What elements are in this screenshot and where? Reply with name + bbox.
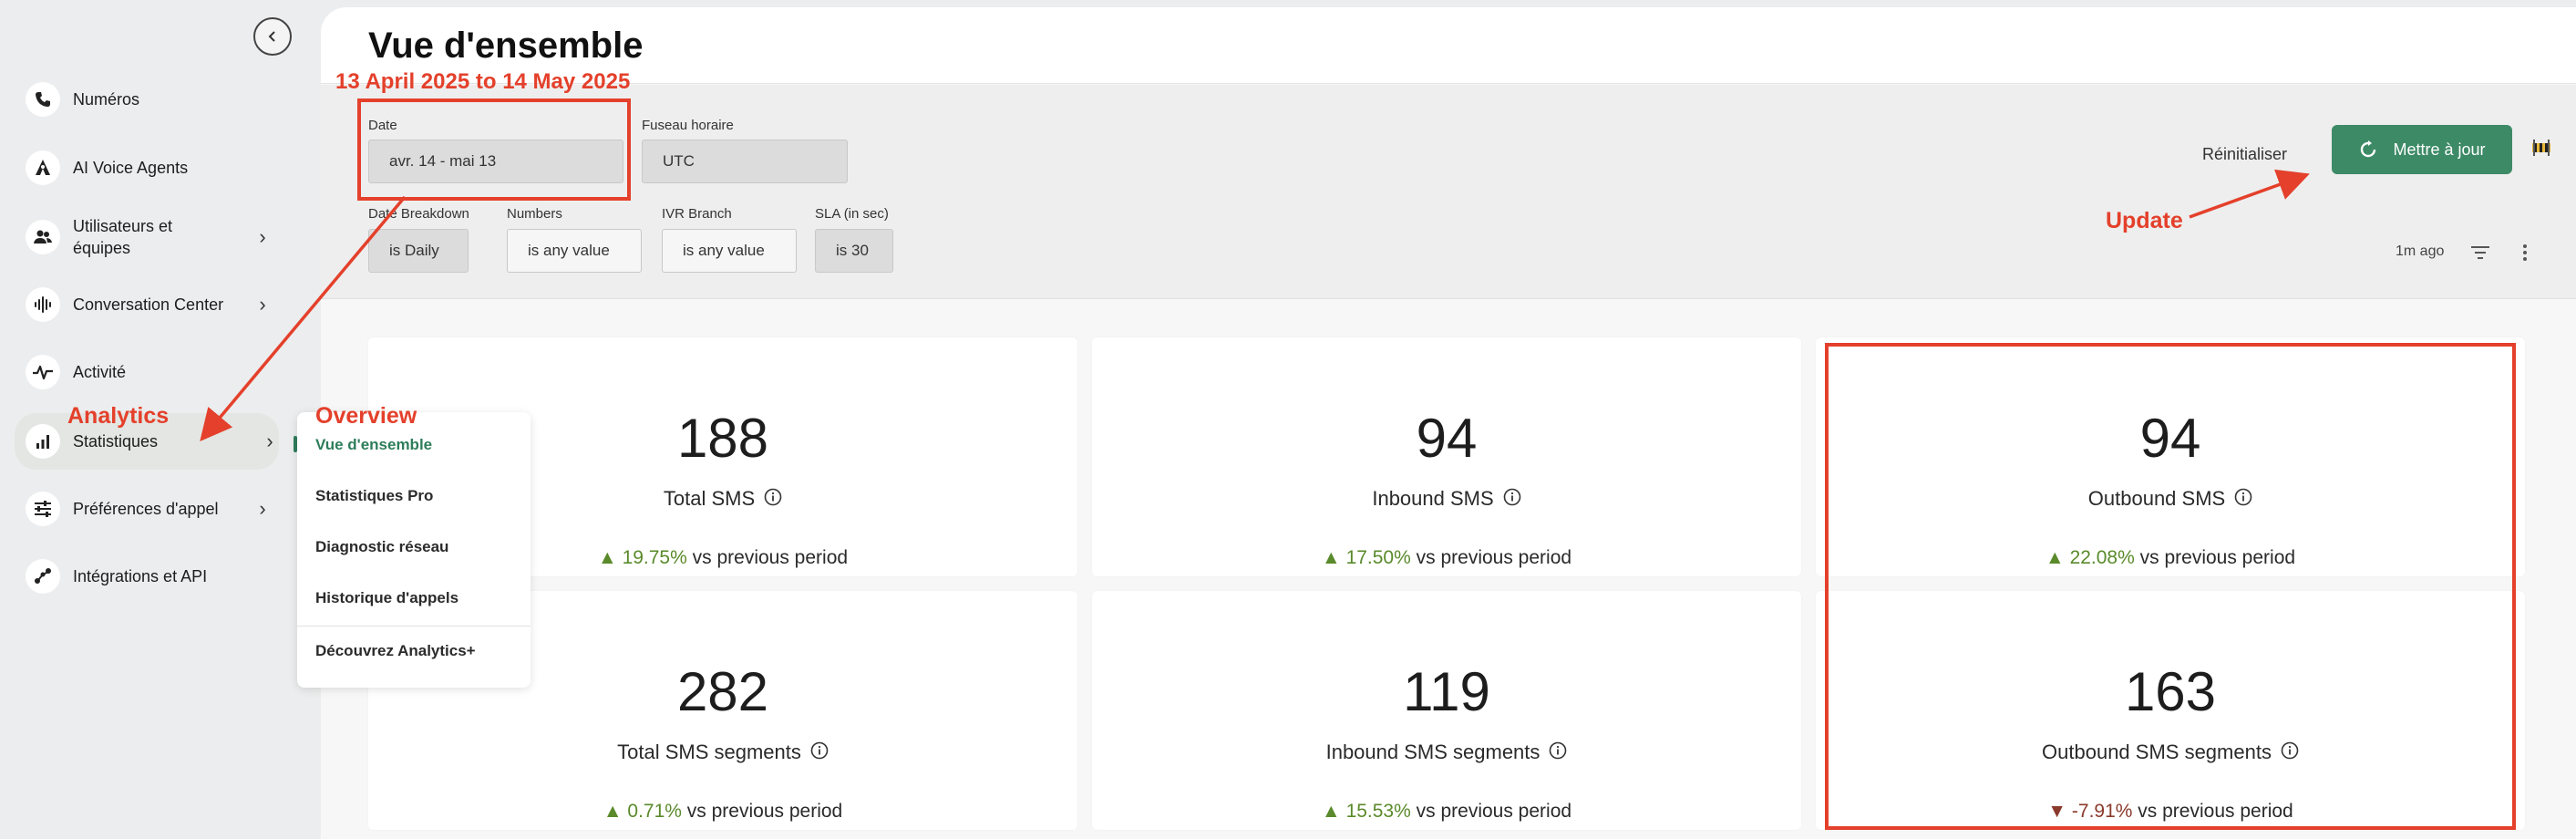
delta-suffix: vs previous period xyxy=(1416,547,1572,568)
numbers-filter-label: Numbers xyxy=(507,206,562,222)
metric-label-text: Total SMS xyxy=(663,487,756,510)
waveform-icon xyxy=(26,287,60,322)
delta-suffix: vs previous period xyxy=(686,801,843,822)
metric-card-inbound-sms-segments: 119 Inbound SMS segments ▲ 15.53% vs pre… xyxy=(1092,591,1801,830)
metric-label-text: Total SMS segments xyxy=(617,741,801,763)
update-button[interactable]: Mettre à jour xyxy=(2332,125,2512,174)
filter-icon[interactable] xyxy=(2470,245,2490,264)
submenu-item-analytics-plus[interactable]: Découvrez Analytics+ xyxy=(315,642,476,660)
update-button-label: Mettre à jour xyxy=(2393,140,2486,159)
submenu-item-diagnostic-reseau[interactable]: Diagnostic réseau xyxy=(315,538,448,556)
metric-label: Inbound SMS segments xyxy=(1092,741,1801,765)
metric-value: 119 xyxy=(1403,661,1490,722)
chevron-right-icon: › xyxy=(259,225,266,248)
timezone-filter-label: Fuseau horaire xyxy=(642,118,734,133)
delta-up-icon: ▲ xyxy=(603,801,623,822)
sidebar-item-label: Utilisateurs et équipes xyxy=(73,217,173,257)
last-updated-text: 1m ago xyxy=(2396,243,2445,259)
sidebar-item-preferences-appel[interactable]: Préférences d'appel › xyxy=(26,492,272,526)
sla-filter-label: SLA (in sec) xyxy=(815,206,889,222)
metric-delta: ▲ 15.53% vs previous period xyxy=(1092,801,1801,823)
collapse-sidebar-button[interactable] xyxy=(253,17,292,56)
info-icon[interactable] xyxy=(1503,488,1521,512)
submenu-item-statistiques-pro[interactable]: Statistiques Pro xyxy=(315,487,433,505)
metric-delta: ▲ 0.71% vs previous period xyxy=(368,801,1077,823)
submenu-item-historique-appels[interactable]: Historique d'appels xyxy=(315,589,459,607)
reset-button[interactable]: Réinitialiser xyxy=(2202,145,2287,164)
sla-filter[interactable]: is 30 xyxy=(815,229,893,273)
metric-value: 94 xyxy=(1416,408,1478,469)
ivr-filter-label: IVR Branch xyxy=(662,206,732,222)
delta-up-icon: ▲ xyxy=(1321,801,1341,822)
metric-card-inbound-sms: 94 Inbound SMS ▲ 17.50% vs previous peri… xyxy=(1092,337,1801,576)
activity-icon xyxy=(26,355,60,389)
annotation-date-range: 13 April 2025 to 14 May 2025 xyxy=(335,69,631,94)
metric-delta: ▲ 17.50% vs previous period xyxy=(1092,547,1801,569)
info-icon[interactable] xyxy=(1549,741,1567,765)
filter-bar: Date avr. 14 - mai 13 Fuseau horaire UTC… xyxy=(321,85,2576,299)
phone-icon xyxy=(26,82,60,117)
sidebar-item-label: AI Voice Agents xyxy=(73,159,189,177)
timezone-filter[interactable]: UTC xyxy=(642,140,848,183)
bar-chart-icon xyxy=(26,424,60,459)
integrations-icon xyxy=(26,559,60,594)
sidebar-item-label: Intégrations et API xyxy=(73,567,208,585)
users-icon xyxy=(26,220,60,254)
annotation-date-box xyxy=(357,98,631,201)
run-icon[interactable] xyxy=(2530,138,2552,158)
ai-agent-icon xyxy=(26,150,60,185)
submenu-divider xyxy=(297,626,531,627)
delta-up-icon: ▲ xyxy=(597,547,617,568)
metric-label-text: Inbound SMS segments xyxy=(1325,741,1540,763)
annotation-overview: Overview xyxy=(315,403,417,429)
delta-value: 15.53% xyxy=(1345,801,1411,822)
sidebar-item-label: Statistiques xyxy=(73,432,159,451)
numbers-filter[interactable]: is any value xyxy=(507,229,642,273)
refresh-icon xyxy=(2361,140,2376,158)
metric-label: Inbound SMS xyxy=(1092,487,1801,512)
sidebar-item-conversation-center[interactable]: Conversation Center › xyxy=(26,287,272,322)
delta-suffix: vs previous period xyxy=(1416,801,1572,822)
sidebar-item-ai-voice-agents[interactable]: AI Voice Agents xyxy=(26,150,272,185)
sidebar-item-label: Préférences d'appel xyxy=(73,500,219,518)
more-options-icon[interactable] xyxy=(2521,243,2529,266)
chevron-right-icon: › xyxy=(266,430,273,452)
sidebar-item-numeros[interactable]: Numéros xyxy=(26,82,272,117)
chevron-right-icon: › xyxy=(259,293,266,316)
chevron-right-icon: › xyxy=(259,497,266,520)
sidebar-item-activite[interactable]: Activité xyxy=(26,355,272,389)
metric-label: Total SMS segments xyxy=(368,741,1077,765)
metric-label-text: Inbound SMS xyxy=(1372,487,1494,510)
delta-value: 0.71% xyxy=(627,801,682,822)
chevron-left-icon xyxy=(268,31,275,42)
sliders-icon xyxy=(26,492,60,526)
statistiques-submenu: Vue d'ensemble Statistiques Pro Diagnost… xyxy=(297,412,531,688)
page-title: Vue d'ensemble xyxy=(368,26,644,66)
delta-suffix: vs previous period xyxy=(692,547,849,568)
ivr-filter[interactable]: is any value xyxy=(662,229,797,273)
submenu-item-vue-ensemble[interactable]: Vue d'ensemble xyxy=(315,436,432,454)
breakdown-filter-label: Date Breakdown xyxy=(368,206,469,222)
delta-up-icon: ▲ xyxy=(1321,547,1341,568)
sidebar-item-label: Conversation Center xyxy=(73,295,224,314)
page-header: Vue d'ensemble xyxy=(321,7,2576,84)
sidebar-item-label: Numéros xyxy=(73,90,140,109)
annotation-update: Update xyxy=(2106,208,2183,233)
info-icon[interactable] xyxy=(810,741,829,765)
breakdown-filter[interactable]: is Daily xyxy=(368,229,469,273)
info-icon[interactable] xyxy=(764,488,782,512)
sidebar-item-label: Activité xyxy=(73,363,127,381)
sidebar-item-integrations[interactable]: Intégrations et API xyxy=(26,559,272,594)
annotation-analytics: Analytics xyxy=(67,403,170,429)
delta-value: 17.50% xyxy=(1345,547,1411,568)
annotation-outbound-box xyxy=(1825,343,2516,830)
delta-value: 19.75% xyxy=(622,547,687,568)
sidebar-item-utilisateurs[interactable]: Utilisateurs et équipes › xyxy=(26,215,272,259)
